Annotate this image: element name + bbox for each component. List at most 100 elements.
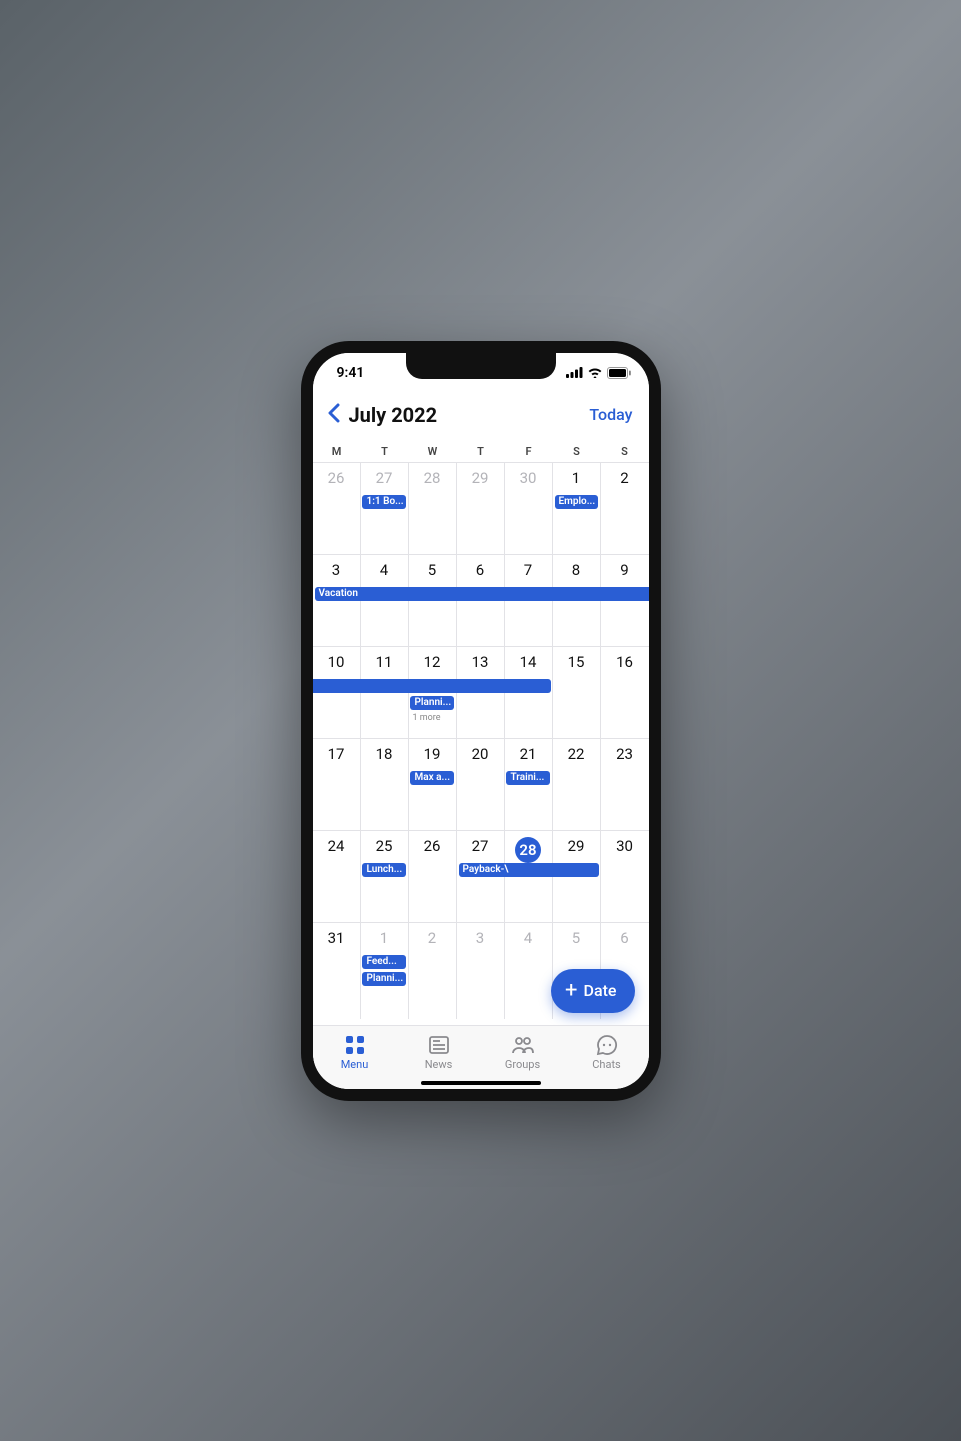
calendar-event[interactable]: Max a... [410, 771, 454, 785]
back-button[interactable] [323, 399, 345, 431]
weekday-label: S [553, 445, 601, 458]
day-number: 1 [361, 923, 408, 947]
calendar-cell[interactable]: 31 [313, 923, 361, 1019]
calendar-cell[interactable]: 15 [553, 647, 601, 738]
calendar-cell[interactable]: 4 [505, 923, 553, 1019]
day-number: 25 [361, 831, 408, 855]
tab-label: Chats [592, 1058, 620, 1071]
calendar-event[interactable]: Feed... [362, 955, 406, 969]
day-number: 31 [313, 923, 360, 947]
header: July 2022 Today [313, 393, 649, 441]
screen: 9:41 July 2022 Today [313, 353, 649, 1089]
day-number: 6 [457, 555, 504, 579]
tab-label: Groups [505, 1058, 540, 1071]
day-number: 1 [553, 463, 600, 487]
phone-frame: 9:41 July 2022 Today [301, 341, 661, 1101]
day-number: 4 [361, 555, 408, 579]
day-number: 3 [313, 555, 360, 579]
day-number: 29 [457, 463, 504, 487]
calendar-row: 10111213141516Planni...1 more [313, 647, 649, 739]
calendar-event[interactable]: Lunch... [362, 863, 406, 877]
calendar-cell[interactable]: 3 [457, 923, 505, 1019]
month-title: July 2022 [349, 403, 438, 427]
plus-icon: + [565, 980, 577, 1002]
calendar-cell[interactable]: 2 [601, 463, 649, 554]
add-date-button[interactable]: + Date [551, 969, 634, 1013]
fab-label: Date [584, 981, 617, 1000]
calendar-cell[interactable]: 29 [457, 463, 505, 554]
calendar-cell[interactable]: 22 [553, 739, 601, 830]
calendar-cell[interactable]: 30 [505, 463, 553, 554]
day-number: 21 [505, 739, 552, 763]
day-number: 16 [601, 647, 649, 671]
day-number: 5 [553, 923, 600, 947]
weekday-label: T [457, 445, 505, 458]
calendar-row: 17181920212223Max a...Traini... [313, 739, 649, 831]
calendar-cell[interactable]: 30 [601, 831, 649, 922]
battery-icon [607, 367, 631, 379]
notch [406, 353, 556, 379]
menu-icon [343, 1034, 367, 1056]
weekday-header: MTWTFSS [313, 441, 649, 463]
calendar-event[interactable]: Traini... [506, 771, 550, 785]
calendar-event[interactable]: 1:1 Bo... [362, 495, 406, 509]
calendar-row: 2627282930121:1 Bo...Emplo... [313, 463, 649, 555]
status-time: 9:41 [337, 365, 365, 381]
calendar-cell[interactable]: 2 [409, 923, 457, 1019]
day-number: 8 [553, 555, 600, 579]
more-events-label[interactable]: 1 more [412, 713, 440, 723]
weekday-label: T [361, 445, 409, 458]
calendar-cell[interactable]: 26 [409, 831, 457, 922]
day-number: 15 [553, 647, 600, 671]
day-number: 3 [457, 923, 504, 947]
day-number: 30 [601, 831, 649, 855]
today-button[interactable]: Today [589, 405, 632, 424]
day-number: 17 [313, 739, 360, 763]
calendar-cell[interactable]: 20 [457, 739, 505, 830]
day-number: 14 [505, 647, 552, 671]
tab-news[interactable]: News [397, 1026, 481, 1079]
calendar-cell[interactable]: 18 [361, 739, 409, 830]
news-icon [427, 1034, 451, 1056]
day-number: 22 [553, 739, 600, 763]
day-number: 30 [505, 463, 552, 487]
day-number: 2 [409, 923, 456, 947]
day-number: 4 [505, 923, 552, 947]
calendar-event[interactable]: Vacation [315, 587, 649, 601]
calendar-event[interactable] [313, 679, 551, 693]
home-indicator [421, 1081, 541, 1085]
calendar-cell[interactable]: 24 [313, 831, 361, 922]
calendar-event[interactable]: Planni... [362, 972, 406, 986]
calendar-row: 3456789Vacation [313, 555, 649, 647]
tab-chats[interactable]: Chats [565, 1026, 649, 1079]
wifi-icon [587, 367, 603, 378]
calendar-event[interactable]: Emplo... [555, 495, 599, 509]
calendar-event[interactable]: Payback-\ [459, 863, 599, 877]
tab-groups[interactable]: Groups [481, 1026, 565, 1079]
calendar-cell[interactable]: 26 [313, 463, 361, 554]
day-number: 29 [553, 831, 600, 855]
day-number: 10 [313, 647, 360, 671]
calendar-cell[interactable]: 1 [361, 923, 409, 1019]
day-number: 2 [601, 463, 649, 487]
calendar-cell[interactable]: 28 [409, 463, 457, 554]
calendar-cell[interactable]: 23 [601, 739, 649, 830]
tab-label: Menu [341, 1058, 369, 1071]
calendar-event[interactable]: Planni... [410, 696, 454, 710]
day-number: 6 [601, 923, 649, 947]
weekday-label: M [313, 445, 361, 458]
day-number: 13 [457, 647, 504, 671]
day-number: 9 [601, 555, 649, 579]
calendar-cell[interactable]: 16 [601, 647, 649, 738]
day-number: 26 [409, 831, 456, 855]
day-number: 28 [505, 831, 552, 863]
day-number: 23 [601, 739, 649, 763]
calendar-cell[interactable]: 17 [313, 739, 361, 830]
chevron-left-icon [327, 403, 341, 423]
header-left: July 2022 [323, 399, 438, 431]
chats-icon [595, 1034, 619, 1056]
day-number: 11 [361, 647, 408, 671]
day-number: 26 [313, 463, 360, 487]
tab-menu[interactable]: Menu [313, 1026, 397, 1079]
cellular-signal-icon [566, 367, 583, 378]
